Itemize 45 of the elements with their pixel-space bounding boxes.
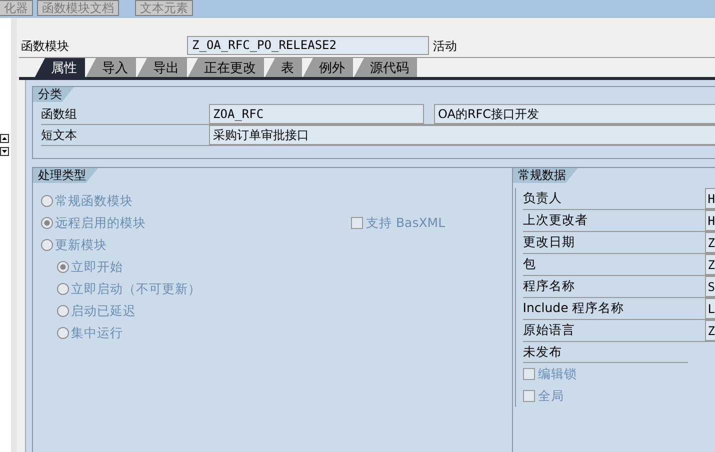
group-title: 处理类型 xyxy=(33,168,98,183)
field-label: 上次更改者 xyxy=(522,211,589,229)
input-field[interactable]: Z xyxy=(704,232,715,253)
radio-label: 立即启动（不可更新） xyxy=(71,280,201,298)
tab[interactable]: 例外 xyxy=(303,58,353,77)
radio-label: 集中运行 xyxy=(71,324,123,342)
checkbox-label: 编辑锁 xyxy=(538,366,577,382)
radio-label: 立即开始 xyxy=(71,258,123,276)
field-label: Include 程序名称 xyxy=(522,299,626,317)
input-field[interactable]: Z xyxy=(704,254,715,275)
radio-label: 远程启用的模块 xyxy=(55,214,146,232)
field-label: 函数模块 xyxy=(20,38,70,55)
scroll-down-icon[interactable] xyxy=(0,147,9,156)
input-field[interactable]: H xyxy=(704,188,715,209)
radio-label: 常规函数模块 xyxy=(55,192,133,210)
field-label: 短文本 xyxy=(41,126,78,144)
field-label: 负责人 xyxy=(522,189,563,207)
input-field[interactable]: Z xyxy=(704,320,715,341)
function-group-field[interactable]: ZOA_RFC xyxy=(209,104,424,124)
description-field[interactable]: OA的RFC接口开发 xyxy=(434,104,715,124)
field-label: 原始语言 xyxy=(522,321,576,339)
scroll-up-icon[interactable] xyxy=(0,134,9,143)
release-status-text: 未发布 xyxy=(522,342,688,363)
radio-label: 启动已延迟 xyxy=(71,302,136,320)
tab[interactable]: 源代码 xyxy=(354,58,417,77)
tab[interactable]: 表 xyxy=(265,58,302,77)
tab[interactable]: 属性 xyxy=(35,58,85,77)
checkbox-label: 全局 xyxy=(538,388,564,404)
field-label: 程序名称 xyxy=(522,277,576,295)
group-title: 分类 xyxy=(33,87,74,102)
field-label: 包 xyxy=(522,255,537,273)
tab[interactable]: 导入 xyxy=(86,58,136,77)
input-field[interactable]: S xyxy=(704,276,715,297)
input-field[interactable]: H xyxy=(704,210,715,231)
field-label: 更改日期 xyxy=(522,233,576,251)
function-module-field[interactable]: Z_OA_RFC_PO_RELEASE2 xyxy=(187,36,429,55)
short-text-field[interactable]: 采购订单审批接口 xyxy=(209,125,715,145)
tab[interactable]: 导出 xyxy=(137,58,187,77)
group-title: 常规数据 xyxy=(512,168,578,183)
status-text: 活动 xyxy=(433,38,457,55)
radio-label: 更新模块 xyxy=(55,236,107,254)
tab[interactable]: 正在更改 xyxy=(188,58,264,77)
input-field[interactable]: L xyxy=(704,298,715,319)
checkbox-label: 支持 BasXML xyxy=(366,214,446,232)
field-label: 函数组 xyxy=(41,106,78,122)
